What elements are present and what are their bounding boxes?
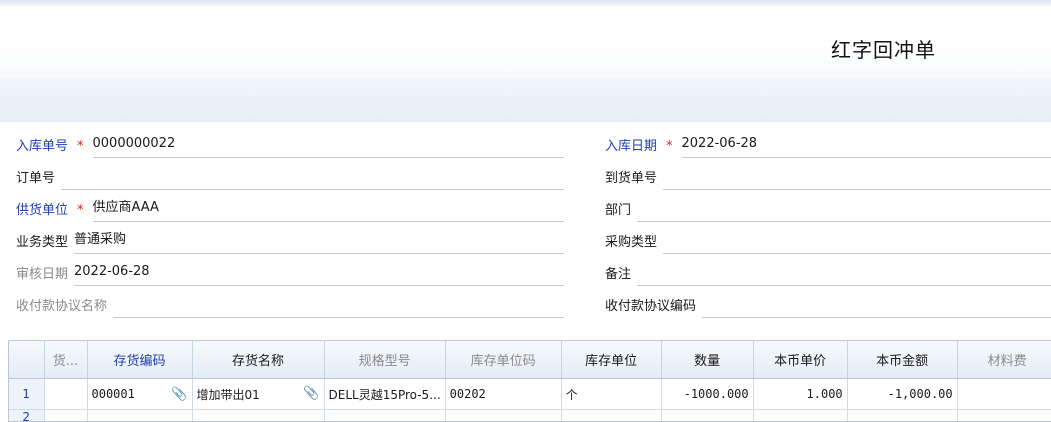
table-cell[interactable] [957,410,1051,422]
table-cell[interactable]: 📎 000001 [87,379,192,410]
receipt-no-field: 入库单号 * 0000000022 [16,136,564,158]
table-cell[interactable] [753,410,847,422]
column-header[interactable]: 本币金额 [847,341,957,379]
paperclip-icon[interactable]: 📎 [171,387,187,402]
payment-name-label: 收付款协议名称 [16,295,107,318]
column-header[interactable]: 数量 [661,341,753,379]
receipt-date-label: 入库日期 [605,135,657,158]
payment-code-input[interactable] [702,295,1051,318]
receipt-date-field: 入库日期 * 2022-06-28 [605,136,1051,158]
required-mark: * [77,203,84,222]
supplier-input[interactable]: 供应商AAA [93,199,564,222]
payment-name-field: 收付款协议名称 [16,296,564,318]
audit-date-field: 审核日期 2022-06-28 [16,264,564,286]
table-row[interactable]: 2 [9,410,1051,422]
table-cell[interactable] [87,410,192,422]
table-cell[interactable]: 个 [561,379,661,410]
table-cell[interactable]: 1.000 [753,379,847,410]
arrival-no-label: 到货单号 [605,167,657,190]
biz-type-field: 业务类型 普通采购 [16,232,564,254]
remark-label: 备注 [605,263,631,286]
header-row: 货... 存货编码 存货名称 规格型号 库存单位码 库存单位 数量 本币单价 本… [9,341,1051,379]
column-header[interactable]: 存货编码 [87,341,192,379]
table-cell[interactable]: 📎 增加带出01 [192,379,324,410]
row-number-header [9,341,44,379]
receipt-date-input[interactable]: 2022-06-28 [682,135,1051,158]
column-header[interactable]: 存货名称 [192,341,324,379]
table-cell[interactable] [192,410,324,422]
table-cell[interactable] [957,379,1051,410]
column-header[interactable]: 货... [44,341,87,379]
required-mark: * [666,139,673,158]
column-header[interactable]: 本币单价 [753,341,847,379]
table-cell[interactable] [44,379,87,410]
paperclip-icon[interactable]: 📎 [303,386,319,401]
table-cell[interactable] [44,410,87,422]
payment-code-field: 收付款协议编码 [605,296,1051,318]
column-header[interactable]: 材料费 [957,341,1051,379]
order-no-field: 订单号 [16,168,564,190]
column-header[interactable]: 库存单位 [561,341,661,379]
remark-field: 备注 [605,264,1051,286]
purchase-type-label: 采购类型 [605,231,657,254]
toolbar-band [0,78,1051,123]
inventory-code-value: 000001 [92,387,135,401]
payment-code-label: 收付款协议编码 [605,295,696,318]
table-cell[interactable] [561,410,661,422]
audit-date-label: 审核日期 [16,263,68,286]
row-number: 2 [9,410,44,422]
dept-label: 部门 [605,199,631,222]
supplier-field: 供货单位 * 供应商AAA [16,200,564,222]
table-cell[interactable] [661,410,753,422]
required-mark: * [77,139,84,158]
inventory-name-value: 增加带出01 [197,388,260,402]
header-form: 入库单号 * 0000000022 订单号 供货单位 * 供应商AAA 业务类型… [0,122,1051,340]
purchase-type-input[interactable] [663,231,1051,254]
remark-input[interactable] [637,263,1051,286]
dept-field: 部门 [605,200,1051,222]
table-cell[interactable]: 00202 [445,379,561,410]
table-cell[interactable] [324,410,445,422]
table-cell[interactable]: -1,000.00 [847,379,957,410]
row-number: 1 [9,379,44,410]
arrival-no-input[interactable] [663,167,1051,190]
table-row[interactable]: 1 📎 000001 📎 增加带出01 DELL灵越15Pro-5... 00202… [9,379,1051,410]
payment-name-input[interactable] [113,295,564,318]
order-no-input[interactable] [61,167,564,190]
receipt-no-input[interactable]: 0000000022 [93,135,564,158]
document-title: 红字回冲单 [831,34,936,63]
audit-date-input[interactable]: 2022-06-28 [74,263,564,286]
biz-type-input[interactable]: 普通采购 [74,231,564,254]
title-area: 红字回冲单 [0,6,1051,78]
arrival-no-field: 到货单号 [605,168,1051,190]
receipt-no-label: 入库单号 [16,135,68,158]
column-header[interactable]: 库存单位码 [445,341,561,379]
purchase-type-field: 采购类型 [605,232,1051,254]
table-cell[interactable] [445,410,561,422]
detail-table: 货... 存货编码 存货名称 规格型号 库存单位码 库存单位 数量 本币单价 本… [9,341,1051,422]
supplier-label: 供货单位 [16,199,68,222]
table-cell[interactable]: -1000.000 [661,379,753,410]
dept-input[interactable] [637,199,1051,222]
table-cell[interactable] [847,410,957,422]
biz-type-label: 业务类型 [16,231,68,254]
column-header[interactable]: 规格型号 [324,341,445,379]
detail-grid: 货... 存货编码 存货名称 规格型号 库存单位码 库存单位 数量 本币单价 本… [8,340,1051,422]
table-cell[interactable]: DELL灵越15Pro-5... [324,379,445,410]
order-no-label: 订单号 [16,167,55,190]
